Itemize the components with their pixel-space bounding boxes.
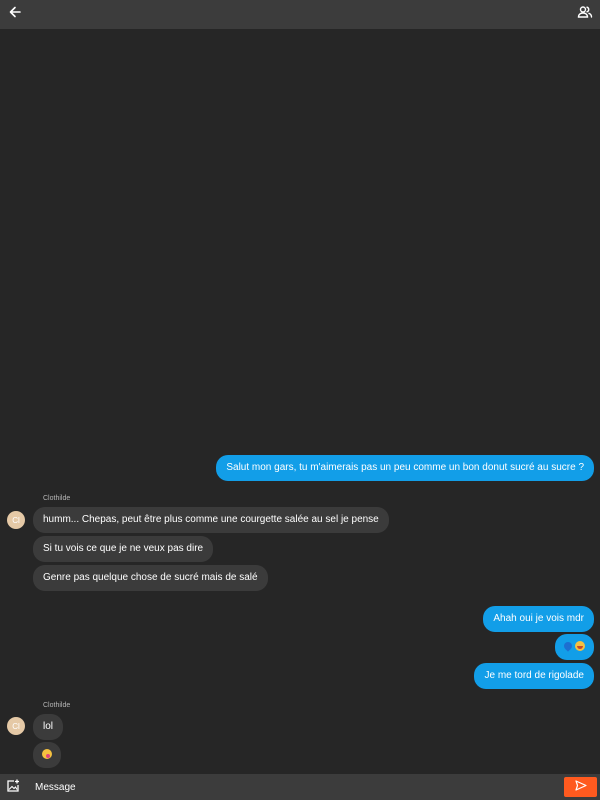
attach-image-button[interactable] <box>6 779 22 795</box>
face-with-tongue-emoji <box>42 749 52 760</box>
message-text: Je me tord de rigolade <box>484 670 584 681</box>
send-button[interactable] <box>564 777 597 797</box>
send-icon <box>574 778 587 796</box>
members-button[interactable] <box>575 4 595 24</box>
message-text: lol <box>43 721 54 732</box>
avatar-initials: Cl <box>12 515 20 525</box>
message-bubble-incoming[interactable]: lol <box>33 714 64 740</box>
top-bar <box>0 0 600 29</box>
message-text: Si tu vois ce que je ne veux pas dire <box>43 543 204 554</box>
message-bubble-outgoing[interactable]: Salut mon gars, tu m'aimerais pas un peu… <box>216 455 594 481</box>
back-button[interactable] <box>6 5 24 23</box>
message-bubble-incoming[interactable] <box>33 742 61 768</box>
message-text: Salut mon gars, tu m'aimerais pas un peu… <box>226 462 584 473</box>
message-bubble-outgoing[interactable] <box>555 634 594 660</box>
message-bubble-outgoing[interactable]: Je me tord de rigolade <box>474 663 594 689</box>
message-bubble-incoming[interactable]: Si tu vois ce que je ne veux pas dire <box>33 536 214 562</box>
message-bubble-outgoing[interactable]: Ahah oui je vois mdr <box>483 606 594 632</box>
message-bubble-incoming[interactable]: humm... Chepas, peut être plus comme une… <box>33 507 389 533</box>
message-input[interactable] <box>29 778 561 796</box>
sender-name: Clothilde <box>43 702 71 709</box>
add-image-icon <box>6 779 20 797</box>
avatar[interactable]: Cl <box>7 717 25 735</box>
message-bubble-incoming[interactable]: Genre pas quelque chose de sucré mais de… <box>33 565 268 591</box>
avatar[interactable]: Cl <box>7 511 25 529</box>
message-text: Ahah oui je vois mdr <box>493 613 584 624</box>
blue-droplet-emoji <box>562 640 574 653</box>
avatar-initials: Cl <box>12 721 20 731</box>
message-text: humm... Chepas, peut être plus comme une… <box>43 514 379 525</box>
arrow-left-icon <box>8 5 22 24</box>
composer-bar <box>0 774 600 800</box>
message-text: Genre pas quelque chose de sucré mais de… <box>43 572 258 583</box>
sender-name: Clothilde <box>43 495 71 502</box>
people-icon <box>577 5 593 24</box>
laughing-face-emoji <box>575 641 585 652</box>
